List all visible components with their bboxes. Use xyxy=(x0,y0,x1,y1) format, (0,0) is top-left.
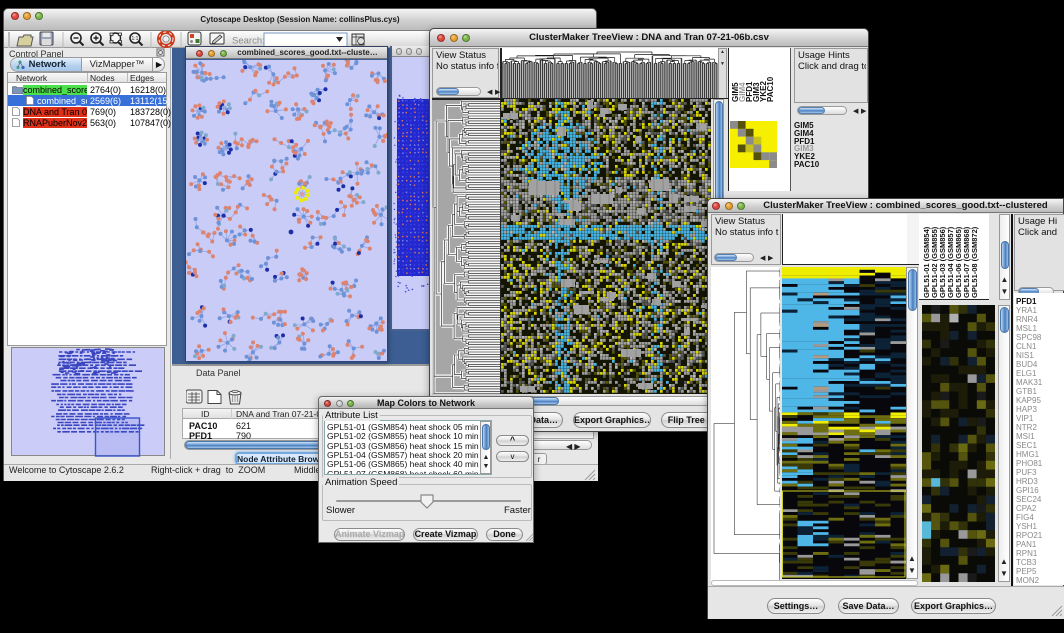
svg-text:PAC10: PAC10 xyxy=(766,76,775,102)
svg-text:GPL51-08 (GSM872): GPL51-08 (GSM872) xyxy=(970,226,979,298)
svg-text:Search:: Search: xyxy=(232,36,265,47)
svg-text:1:1: 1:1 xyxy=(132,36,139,42)
